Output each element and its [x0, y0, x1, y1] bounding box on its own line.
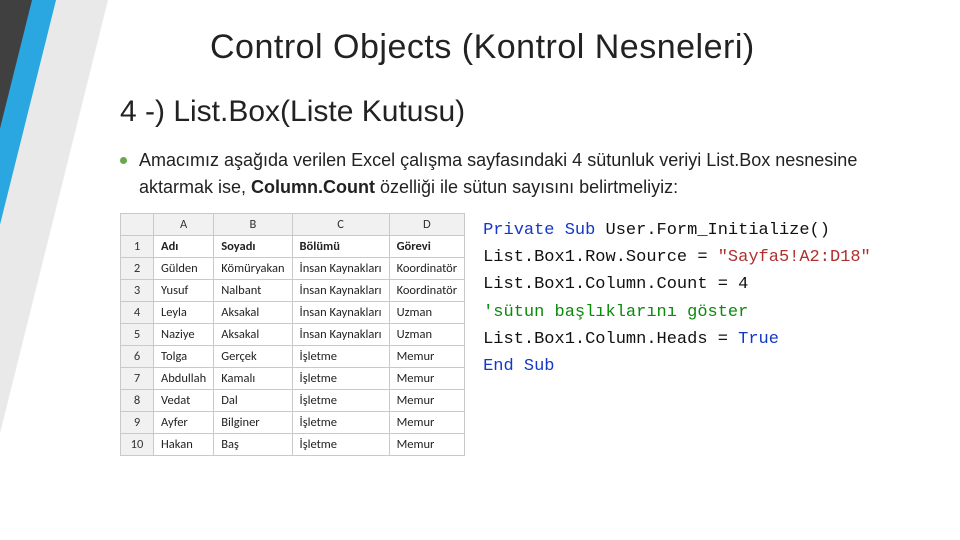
sheet-col-header-row: A B C D — [121, 214, 465, 236]
cell: Soyadı — [214, 236, 292, 258]
bullet-item: Amacımız aşağıda verilen Excel çalışma s… — [120, 147, 940, 201]
slide: Control Objects (Kontrol Nesneleri) 4 -)… — [0, 0, 960, 540]
col-head: C — [292, 214, 389, 236]
code-comment: 'sütun başlıklarını göster — [483, 303, 748, 322]
content-area: Control Objects (Kontrol Nesneleri) 4 -)… — [120, 28, 940, 456]
cell: İnsan Kaynakları — [292, 280, 389, 302]
sheet-corner — [121, 214, 154, 236]
cell: Kamalı — [214, 368, 292, 390]
cell: Koordinatör — [389, 258, 465, 280]
table-row: 8VedatDalİşletmeMemur — [121, 390, 465, 412]
cell: Aksakal — [214, 324, 292, 346]
cell: Ayfer — [154, 412, 214, 434]
cell: Gülden — [154, 258, 214, 280]
cell: Memur — [389, 368, 465, 390]
cell: Bölümü — [292, 236, 389, 258]
row-head: 3 — [121, 280, 154, 302]
code-block: Private Sub User.Form_Initialize() List.… — [483, 213, 871, 380]
cell: Baş — [214, 434, 292, 456]
table-row: 7AbdullahKamalıİşletmeMemur — [121, 368, 465, 390]
cell: Adı — [154, 236, 214, 258]
table-row: 9AyferBilginerİşletmeMemur — [121, 412, 465, 434]
col-head: A — [154, 214, 214, 236]
table-row: 5NaziyeAksakalİnsan KaynaklarıUzman — [121, 324, 465, 346]
slide-subtitle: 4 -) List.Box(Liste Kutusu) — [120, 95, 940, 129]
cell: İşletme — [292, 390, 389, 412]
row-head: 4 — [121, 302, 154, 324]
code-line: Private Sub User.Form_Initialize() — [483, 217, 871, 244]
lower-row: A B C D 1 Adı Soyadı Bölümü Görevi 2Güld… — [120, 213, 940, 456]
cell: Dal — [214, 390, 292, 412]
code-keyword: Private Sub — [483, 221, 595, 240]
cell: Leyla — [154, 302, 214, 324]
cell: Memur — [389, 434, 465, 456]
row-head: 1 — [121, 236, 154, 258]
cell: Nalbant — [214, 280, 292, 302]
row-head: 7 — [121, 368, 154, 390]
col-head: D — [389, 214, 465, 236]
code-keyword: End Sub — [483, 357, 554, 376]
code-line: 'sütun başlıklarını göster — [483, 299, 871, 326]
row-head: 8 — [121, 390, 154, 412]
cell: İnsan Kaynakları — [292, 324, 389, 346]
cell: Memur — [389, 346, 465, 368]
cell: İşletme — [292, 346, 389, 368]
cell: Uzman — [389, 302, 465, 324]
table-row: 6TolgaGerçekİşletmeMemur — [121, 346, 465, 368]
cell: Uzman — [389, 324, 465, 346]
cell: Yusuf — [154, 280, 214, 302]
cell: Aksakal — [214, 302, 292, 324]
cell: Tolga — [154, 346, 214, 368]
cell: Bilginer — [214, 412, 292, 434]
cell: Vedat — [154, 390, 214, 412]
row-head: 6 — [121, 346, 154, 368]
code-line: End Sub — [483, 353, 871, 380]
cell: Koordinatör — [389, 280, 465, 302]
row-head: 10 — [121, 434, 154, 456]
table-row: 3YusufNalbantİnsan KaynaklarıKoordinatör — [121, 280, 465, 302]
table-row: 1 Adı Soyadı Bölümü Görevi — [121, 236, 465, 258]
slide-title: Control Objects (Kontrol Nesneleri) — [210, 28, 940, 67]
table-row: 2GüldenKömüryakanİnsan KaynaklarıKoordin… — [121, 258, 465, 280]
row-head: 5 — [121, 324, 154, 346]
col-head: B — [214, 214, 292, 236]
bullet-text-bold: Column.Count — [251, 177, 375, 197]
table-row: 4LeylaAksakalİnsan KaynaklarıUzman — [121, 302, 465, 324]
code-line: List.Box1.Row.Source = "Sayfa5!A2:D18" — [483, 244, 871, 271]
excel-sheet: A B C D 1 Adı Soyadı Bölümü Görevi 2Güld… — [120, 213, 465, 456]
row-head: 2 — [121, 258, 154, 280]
code-text: List.Box1.Column.Heads = — [483, 330, 738, 349]
code-line: List.Box1.Column.Heads = True — [483, 326, 871, 353]
bullet-dot-icon — [120, 157, 127, 164]
cell: İşletme — [292, 434, 389, 456]
cell: Kömüryakan — [214, 258, 292, 280]
cell: İşletme — [292, 368, 389, 390]
code-text: List.Box1.Row.Source = — [483, 248, 718, 267]
cell: İnsan Kaynakları — [292, 302, 389, 324]
table-row: 10HakanBaşİşletmeMemur — [121, 434, 465, 456]
code-string: "Sayfa5!A2:D18" — [718, 248, 871, 267]
bullet-text-post: özelliği ile sütun sayısını belirtmeliyi… — [375, 177, 678, 197]
code-keyword: True — [738, 330, 779, 349]
cell: İnsan Kaynakları — [292, 258, 389, 280]
cell: Naziye — [154, 324, 214, 346]
cell: İşletme — [292, 412, 389, 434]
cell: Görevi — [389, 236, 465, 258]
cell: Gerçek — [214, 346, 292, 368]
cell: Abdullah — [154, 368, 214, 390]
bullet-text: Amacımız aşağıda verilen Excel çalışma s… — [139, 147, 899, 201]
code-text: User.Form_Initialize() — [595, 221, 830, 240]
cell: Memur — [389, 390, 465, 412]
cell: Memur — [389, 412, 465, 434]
cell: Hakan — [154, 434, 214, 456]
code-line: List.Box1.Column.Count = 4 — [483, 271, 871, 298]
row-head: 9 — [121, 412, 154, 434]
